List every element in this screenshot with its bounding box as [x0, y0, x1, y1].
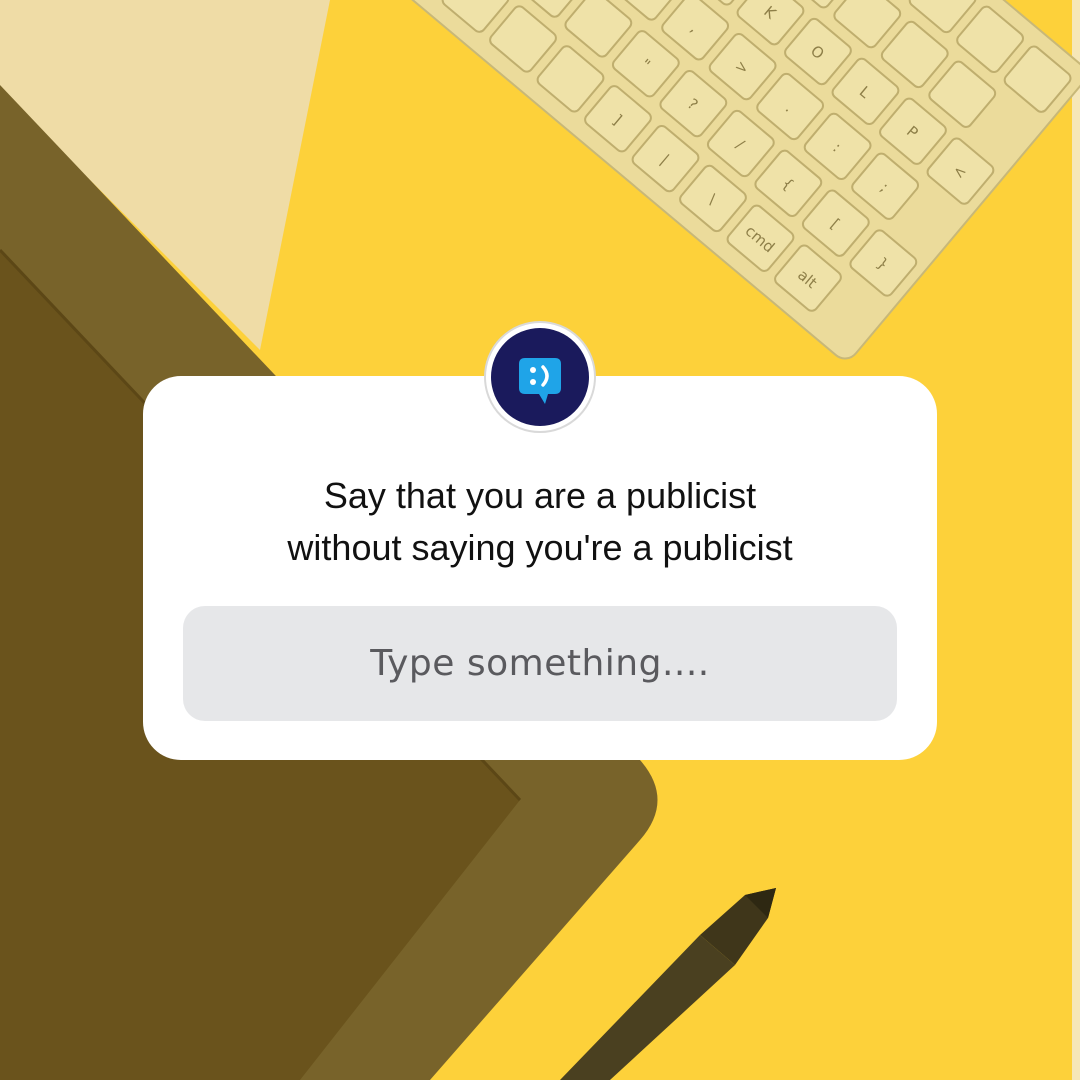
story-canvas: MKOLP<,>.:;"?/{[}]|\cmdalt Say that you … — [0, 0, 1080, 1080]
answer-placeholder: Type something.... — [370, 643, 710, 684]
question-badge — [484, 321, 596, 433]
question-line-2: without saying you're a publicist — [287, 527, 793, 568]
question-text: Say that you are a publicist without say… — [0, 470, 1080, 574]
question-line-1: Say that you are a publicist — [323, 475, 757, 516]
badge-circle — [491, 328, 589, 426]
smiley-chat-bubble-icon — [519, 358, 561, 404]
answer-input[interactable]: Type something.... — [183, 606, 897, 721]
